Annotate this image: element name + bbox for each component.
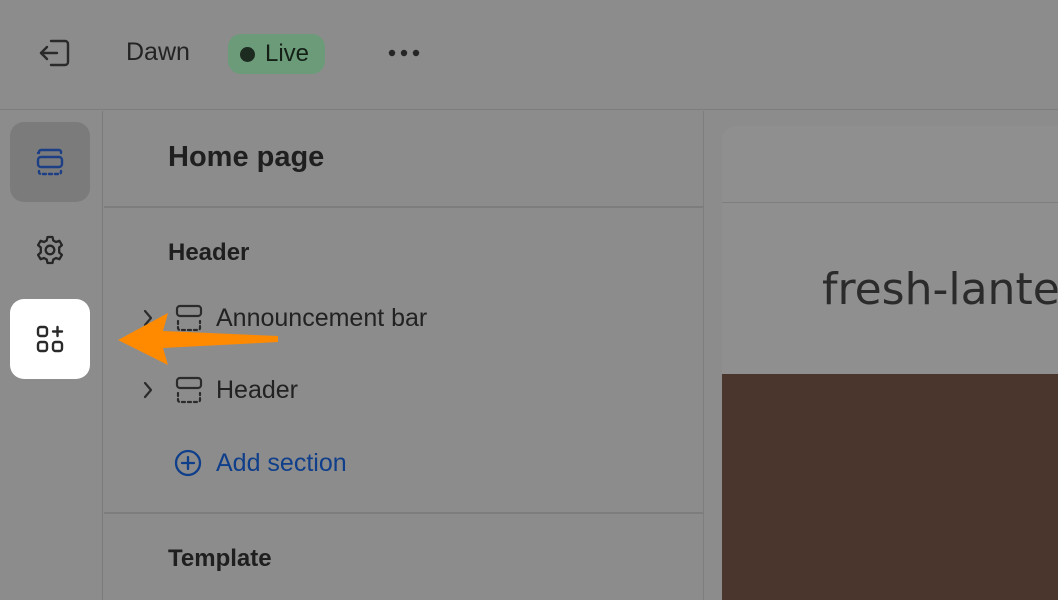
divider <box>104 512 704 514</box>
rail-sections-button[interactable] <box>10 122 90 202</box>
sections-layout-icon <box>36 148 64 176</box>
template-group-title: Template <box>168 545 272 572</box>
divider <box>104 206 704 208</box>
more-horizontal-icon <box>388 49 420 57</box>
section-row-header[interactable]: Header <box>138 370 298 410</box>
exit-button[interactable] <box>34 36 74 70</box>
header-group-title: Header <box>168 239 250 266</box>
page-title: Home page <box>168 141 325 173</box>
more-actions-button[interactable] <box>384 38 424 68</box>
apps-add-icon <box>36 325 64 353</box>
top-bar: Dawn Live <box>0 0 1058 110</box>
live-dot-icon <box>240 46 255 62</box>
section-header-icon <box>174 375 204 405</box>
rail-apps-button[interactable] <box>10 299 90 379</box>
left-rail <box>0 111 103 600</box>
plus-circle-icon <box>174 449 202 477</box>
store-name: fresh-lanter <box>822 264 1058 315</box>
exit-icon <box>39 39 70 67</box>
chevron-right-icon[interactable] <box>138 378 158 402</box>
status-badge: Live <box>228 34 326 74</box>
preview-banner <box>722 374 1058 600</box>
add-section-button[interactable]: Add section <box>174 445 347 481</box>
theme-name[interactable]: Dawn <box>126 38 190 67</box>
preview-announcement-strip <box>722 126 1058 203</box>
store-preview[interactable]: fresh-lanter <box>722 126 1058 600</box>
add-section-label: Add section <box>216 448 347 477</box>
rail-theme-settings-button[interactable] <box>10 210 90 290</box>
gear-icon <box>36 235 64 265</box>
section-label: Header <box>216 375 298 404</box>
arrow-pointer-icon <box>118 313 278 365</box>
status-label: Live <box>265 40 310 67</box>
